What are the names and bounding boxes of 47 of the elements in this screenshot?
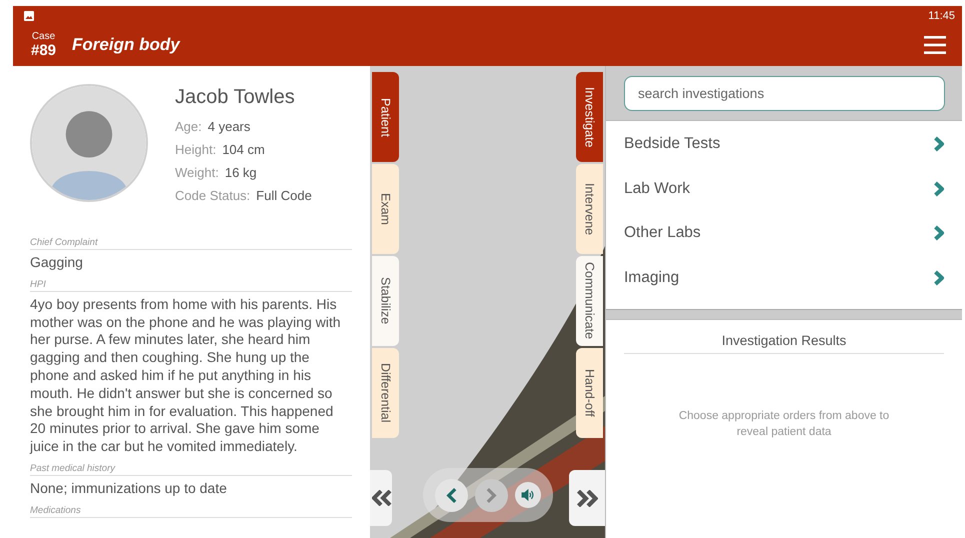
category-item[interactable]: Other Labs: [606, 211, 962, 256]
chevron-icon: [933, 136, 945, 152]
category-item[interactable]: Imaging: [606, 256, 962, 300]
side-tab[interactable]: Communicate: [576, 256, 603, 346]
section-label: Past medical history: [30, 462, 352, 476]
side-tab[interactable]: Investigate: [576, 72, 603, 162]
menu-icon[interactable]: [924, 36, 946, 54]
case-number: #89: [31, 42, 56, 58]
expand-button[interactable]: [569, 470, 605, 526]
case-title: Foreign body: [72, 34, 182, 54]
section-text: None; immunizations up to date: [30, 480, 228, 498]
chevron-right-icon: [486, 486, 497, 504]
image-icon: [24, 11, 34, 21]
double-chevron-left-icon: [372, 490, 392, 506]
double-chevron-right-icon: [576, 490, 598, 506]
case-label: Case: [32, 32, 56, 42]
side-tab[interactable]: Stabilize: [372, 256, 399, 346]
section-label: Chief Complaint: [30, 237, 352, 250]
side-tab[interactable]: Hand-off: [576, 348, 603, 438]
section-text: Gagging: [30, 254, 84, 272]
category-item[interactable]: Bedside Tests: [606, 122, 962, 166]
category-item[interactable]: Lab Work: [606, 166, 962, 211]
field-label: Weight:: [175, 165, 219, 180]
side-tab[interactable]: Exam: [372, 164, 399, 254]
chevron-icon: [933, 225, 945, 242]
results-title: Investigation Results: [624, 333, 944, 354]
results-message: Choose appropriate orders from above to reveal patient data: [678, 409, 890, 440]
field-value: 104 cm: [222, 142, 265, 157]
side-tab[interactable]: Intervene: [576, 164, 603, 254]
clock-time: 11:45: [928, 10, 955, 22]
field-value: 4 years: [208, 119, 250, 134]
field-label: Height:: [175, 142, 216, 157]
section-label: Medications: [30, 504, 352, 518]
search-field[interactable]: search investigations: [624, 76, 945, 111]
chevron-left-icon: [446, 486, 457, 504]
field-label: Code Status:: [175, 188, 250, 203]
patient-name: Jacob Towles: [175, 86, 296, 109]
section-label: HPI: [30, 278, 352, 292]
chevron-icon: [933, 270, 945, 286]
chevron-icon: [933, 180, 945, 197]
section-text: 4yo boy presents from home with his parents. His mother was on the phone and he was playing with her purse. A few minutes later, she heard him gagging and then coughing. She hung up the phone and asked him if he put anything in his mouth. He didn't answer but she is concerned so she brought him in for evaluation. This happened 20 minutes prior to arrival. She gave him some juice in the car but he vomited immediately.: [30, 296, 342, 456]
field-value: 16 kg: [224, 165, 257, 180]
field-value: Full Code: [256, 188, 312, 203]
field-label: Age:: [175, 119, 202, 134]
side-tab[interactable]: Differential: [372, 348, 399, 438]
side-tab[interactable]: Patient: [372, 72, 399, 162]
collapse-button[interactable]: [370, 470, 392, 526]
